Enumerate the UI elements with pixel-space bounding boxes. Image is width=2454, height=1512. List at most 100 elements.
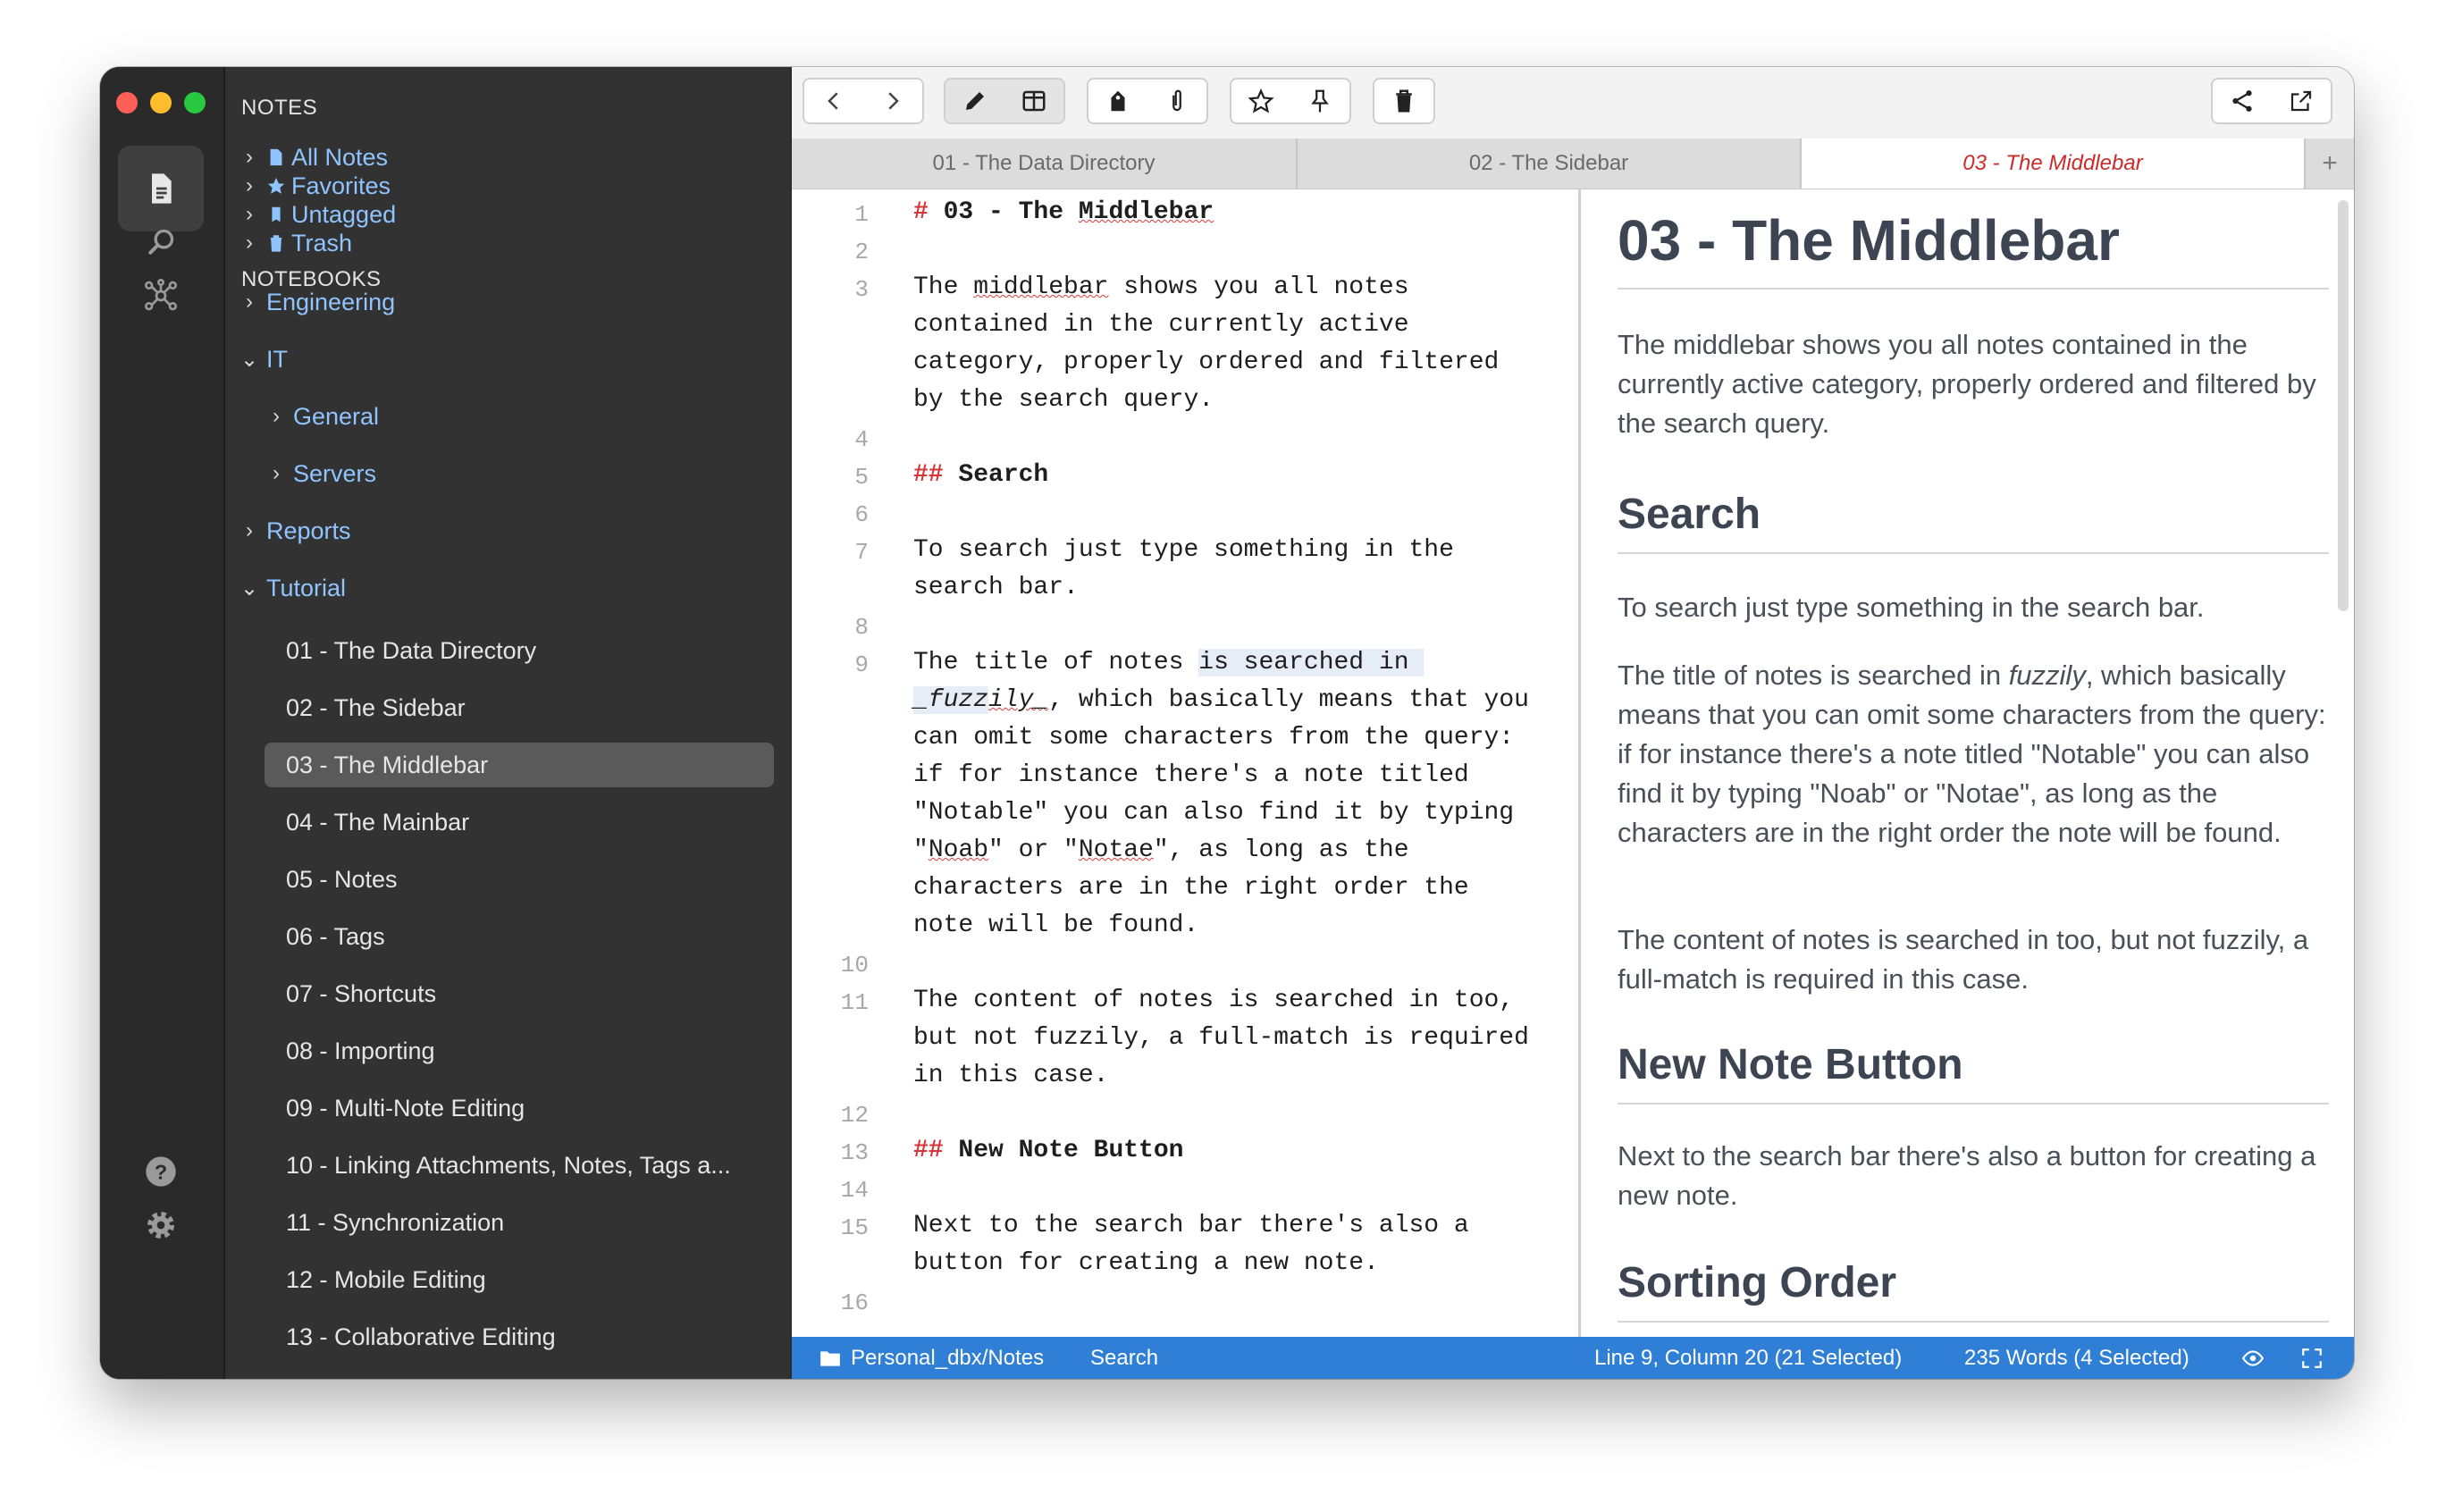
chevron-right-icon: › [246,231,253,255]
tab-sidebar[interactable]: 02 - The Sidebar [1298,139,1802,189]
trash-icon [261,233,291,253]
sidebar: NOTES › All Notes › Favorites › Untagged… [225,67,790,1379]
note-list-item[interactable]: 06 - Tags [265,914,774,959]
note-list-item[interactable]: 09 - Multi-Note Editing [265,1086,774,1130]
delete-group [1373,78,1435,124]
notebook-it[interactable]: ⌄ IT [238,337,288,382]
code-line: _fuzzily_, which basically means that yo… [913,686,1529,714]
line-number: 12 [840,1102,869,1129]
word-count[interactable]: 235 Words (4 Selected) [1964,1337,2189,1379]
code-line: characters are in the right order the [913,874,1469,902]
chevron-down-icon: ⌄ [240,575,259,601]
sidebar-item-trash[interactable]: › Trash [238,221,352,265]
note-list-item[interactable]: 12 - Mobile Editing [265,1257,774,1302]
notebook-label: IT [266,345,288,373]
delete-button[interactable] [1374,80,1433,122]
open-external-button[interactable] [2272,80,2331,122]
markdown-editor[interactable]: 1 2 3 4 5 6 7 8 9 10 11 12 13 14 15 16 #… [792,189,1578,1337]
notebook-tutorial[interactable]: ⌄ Tutorial [238,566,346,610]
tags-button[interactable] [1088,80,1147,122]
distraction-free-toggle[interactable] [2300,1337,2324,1379]
code-line: by the search query. [913,386,1214,414]
share-button[interactable] [2213,80,2272,122]
chevron-left-icon [828,92,838,110]
back-button[interactable] [804,80,863,122]
graph-icon [145,278,177,311]
attachments-button[interactable] [1147,80,1206,122]
notebook-servers[interactable]: › Servers [265,451,376,496]
cursor-position[interactable]: Line 9, Column 20 (21 Selected) [1594,1337,1902,1379]
tab-bar: 01 - The Data Directory 02 - The Sidebar… [792,139,2354,189]
favorite-button[interactable] [1231,80,1290,122]
pin-icon [1311,89,1329,113]
line-number: 7 [854,539,869,566]
line-number: 10 [840,952,869,979]
tab-data-directory[interactable]: 01 - The Data Directory [792,139,1298,189]
minimize-window-button[interactable] [150,92,172,113]
note-list-item[interactable]: 08 - Importing [265,1029,774,1073]
eye-icon [2241,1349,2265,1366]
line-number: 6 [854,501,869,528]
preview-title: 03 - The Middlebar [1618,208,2120,273]
readability-toggle[interactable] [2241,1337,2265,1379]
zoom-window-button[interactable] [184,92,206,113]
add-tab-button[interactable]: + [2306,139,2354,189]
trash-icon [1396,89,1412,113]
note-list-item[interactable]: 07 - Shortcuts [265,971,774,1016]
graph-view-button[interactable] [118,253,204,339]
notebook-reports[interactable]: › Reports [238,508,351,553]
code-line: ## Search [913,461,1049,489]
pin-button[interactable] [1290,80,1349,122]
tag-icon [1111,90,1125,112]
workspace-path[interactable]: Personal_dbx/Notes [819,1337,1044,1379]
forward-button[interactable] [863,80,922,122]
line-number: 14 [840,1177,869,1204]
star-outline-icon [1248,88,1274,113]
note-list-item[interactable]: 03 - The Middlebar [265,743,774,787]
note-list-item[interactable]: 13 - Collaborative Editing [265,1315,774,1359]
text-selection: is searched in [1198,649,1424,676]
chevron-down-icon: ⌄ [240,347,259,372]
line-number: 9 [854,651,869,678]
heading-rule [1618,1321,2329,1323]
code-line: The title of notes is searched in [913,649,1424,676]
note-list-item[interactable]: 11 - Synchronization [265,1200,774,1245]
preview-scrollbar[interactable] [2338,200,2349,611]
markdown-preview: 03 - The Middlebar The middlebar shows y… [1582,189,2354,1337]
note-list-item[interactable]: 01 - The Data Directory [265,628,774,673]
note-list-item[interactable]: 04 - The Mainbar [265,800,774,844]
notebook-general[interactable]: › General [265,394,379,439]
pencil-icon [966,92,984,110]
note-list-item[interactable]: 14 - Version Control [265,1372,774,1379]
note-list-item[interactable]: 10 - Linking Attachments, Notes, Tags a.… [265,1143,774,1188]
code-line: "Notable" you can also find it by typing [913,799,1515,827]
line-number: 5 [854,464,869,491]
settings-button[interactable] [118,1182,204,1268]
note-list-item[interactable]: 02 - The Sidebar [265,685,774,730]
app-window: ? NOTES › All Notes › Favorites › Untagg… [100,67,2354,1379]
folder-icon [820,1350,840,1366]
close-window-button[interactable] [116,92,138,113]
split-divider[interactable] [1578,189,1581,1337]
note-list-item[interactable]: 05 - Notes [265,857,774,902]
tab-middlebar[interactable]: 03 - The Middlebar [1802,139,2306,189]
edit-mode-button[interactable] [945,80,1004,122]
code-line: ## New Note Button [913,1137,1184,1164]
favorite-pin-group [1230,78,1351,124]
preview-paragraph: The title of notes is searched in fuzzil… [1618,659,2326,848]
line-number: 11 [840,989,869,1016]
split-view-button[interactable] [1004,80,1063,122]
code-line: but not fuzzily, a full-match is require… [913,1024,1529,1052]
preview-paragraph: Next to the search bar there's also a bu… [1618,1140,2316,1211]
code-line: note will be found. [913,911,1199,939]
navigation-group [803,78,924,124]
status-search-button[interactable]: Search [1090,1337,1158,1379]
notebook-engineering[interactable]: › Engineering [238,280,395,324]
line-number: 2 [854,239,869,265]
share-icon [2232,90,2252,112]
view-mode-group [944,78,1065,124]
sidebar-item-label: Trash [291,229,353,256]
code-line: # 03 - The Middlebar [913,198,1214,226]
notebook-label: General [293,402,380,430]
notebook-label: Engineering [266,288,396,315]
